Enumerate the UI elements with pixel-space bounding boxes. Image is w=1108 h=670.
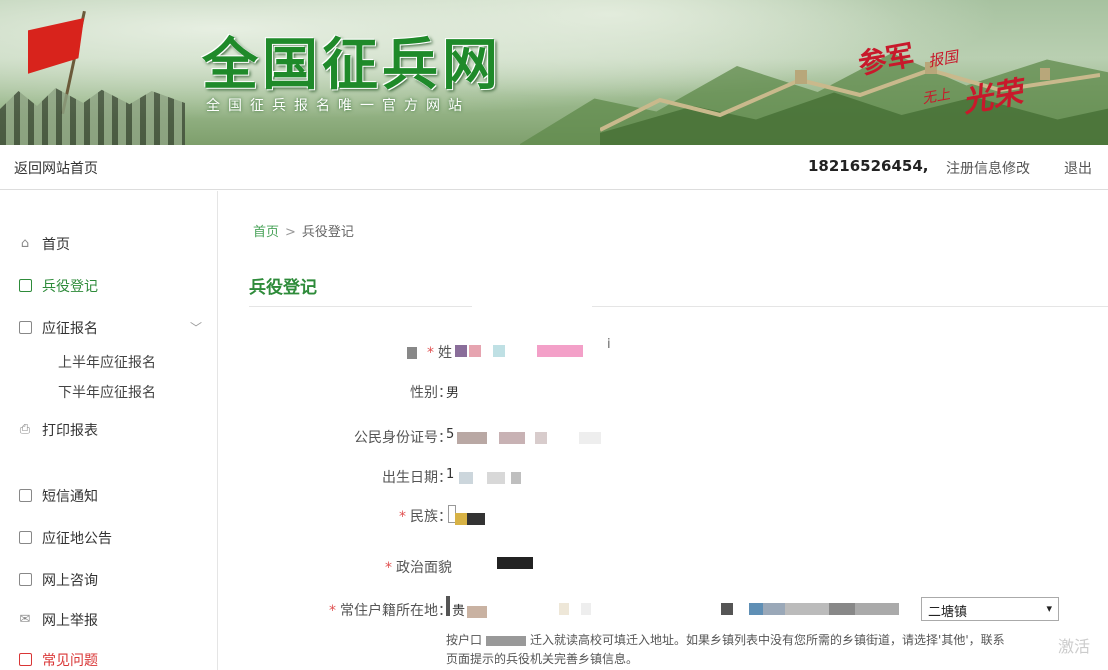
birth-date-label: 出生日期：	[382, 470, 452, 486]
breadcrumb-home[interactable]: 首页	[253, 225, 279, 240]
sidebar-subitem-first-half[interactable]: 上半年应征报名	[58, 352, 156, 372]
clipboard-icon	[18, 279, 32, 293]
back-to-home-link[interactable]: 返回网站首页	[14, 158, 98, 178]
redacted-block	[785, 603, 829, 615]
chevron-down-icon[interactable]: ﹀	[190, 319, 202, 336]
sidebar-item-label: 网上举报	[42, 613, 98, 629]
edit-registration-link[interactable]: 注册信息修改	[946, 158, 1030, 178]
sidebar-item-consult[interactable]: 网上咨询	[18, 570, 98, 590]
town-select-value: 二塘镇	[928, 605, 968, 620]
user-phone: 18216526454,	[808, 157, 929, 175]
sidebar-item-label: 应征报名	[42, 321, 98, 337]
site-banner: 全国征兵网 全国征兵报名唯一官方网站 参军 报国 无上 光荣	[0, 0, 1108, 145]
sidebar-item-announcement[interactable]: 应征地公告	[18, 528, 112, 548]
redacted-block	[497, 557, 533, 569]
redacted-block	[535, 432, 547, 444]
select-border	[446, 596, 450, 616]
redacted-block	[459, 472, 473, 484]
redacted-block	[486, 635, 527, 646]
sidebar-item-label: 网上咨询	[42, 573, 98, 589]
message-icon	[18, 489, 32, 503]
breadcrumb-separator: >	[285, 225, 296, 240]
redacted-block	[499, 432, 525, 444]
redacted-block	[457, 432, 487, 444]
redacted-block	[763, 603, 785, 615]
birth-date-value: 1	[446, 467, 455, 482]
gender-row: 性别： 男	[219, 379, 1108, 405]
political-status-row: * 政治面貌	[219, 554, 1108, 580]
chevron-down-icon: ▾	[1046, 602, 1052, 615]
sidebar-item-enlistment[interactable]: 应征报名	[18, 318, 98, 338]
printer-icon: ⎙	[19, 422, 31, 437]
town-select[interactable]: 二塘镇 ▾	[921, 597, 1059, 621]
redacted-block	[537, 345, 583, 357]
residence-hint: 按户口 迁入就读高校可填迁入地址。如果乡镇列表中没有您所需的乡镇街道，请选择'其他…	[446, 633, 1005, 666]
mail-icon: ✉	[19, 612, 31, 627]
residence-value[interactable]: 贵	[452, 600, 465, 619]
redacted-block	[579, 432, 601, 444]
message-icon	[18, 573, 32, 587]
redacted-block	[467, 606, 487, 618]
sidebar-item-label: 应征地公告	[42, 531, 112, 547]
redacted-block	[559, 603, 569, 615]
name-label: * 姓	[427, 345, 452, 361]
sidebar-item-label: 打印报表	[42, 423, 98, 439]
sidebar-item-sms[interactable]: 短信通知	[18, 486, 98, 506]
sidebar-item-home[interactable]: ⌂ 首页	[18, 234, 70, 254]
id-number-label: 公民身份证号：	[354, 430, 452, 446]
breadcrumb: 首页 > 兵役登记	[253, 221, 354, 240]
page-title: 兵役登记	[249, 278, 317, 298]
logout-link[interactable]: 退出	[1064, 158, 1092, 178]
id-number-row: 公民身份证号： 5	[219, 424, 1108, 450]
redaction-mask	[472, 291, 592, 321]
site-logo-subtitle: 全国征兵报名唯一官方网站	[206, 98, 470, 114]
residence-label: * 常住户籍所在地：	[329, 603, 452, 619]
birth-date-row: 出生日期： 1	[219, 464, 1108, 490]
redacted-block	[455, 513, 467, 525]
sidebar: ⌂ 首页 兵役登记 应征报名 ﹀ 上半年应征报名 下半年应征报名 ⎙ 打印报表 …	[0, 191, 218, 670]
top-bar: 返回网站首页 18216526454, 注册信息修改 退出	[0, 145, 1108, 190]
message-icon	[18, 531, 32, 545]
watermark: 激活	[1058, 637, 1091, 656]
sidebar-item-print[interactable]: ⎙ 打印报表	[18, 420, 98, 440]
title-divider	[249, 306, 1108, 307]
redacted-block	[455, 345, 467, 357]
redacted-block	[467, 513, 485, 525]
question-icon	[18, 653, 32, 667]
home-icon: ⌂	[20, 236, 30, 251]
redacted-block	[721, 603, 733, 615]
redacted-block	[407, 347, 417, 359]
site-logo-title: 全国征兵网	[202, 33, 502, 98]
name-value: i	[607, 337, 611, 352]
redacted-block	[493, 345, 505, 357]
sidebar-item-report[interactable]: ✉ 网上举报	[18, 610, 98, 630]
id-number-value: 5	[446, 427, 455, 442]
redacted-block	[749, 603, 763, 615]
name-row: * 姓 i	[219, 337, 1108, 365]
main-content: 首页 > 兵役登记 兵役登记 * 姓 i 性别： 男 公民身份证号： 5 出生日期： …	[219, 191, 1108, 670]
redacted-block	[511, 472, 521, 484]
sidebar-subitem-second-half[interactable]: 下半年应征报名	[58, 382, 156, 402]
redacted-block	[581, 603, 591, 615]
political-status-label: * 政治面貌	[385, 560, 452, 576]
sidebar-item-label: 首页	[42, 237, 70, 253]
redacted-block	[855, 603, 899, 615]
redacted-block	[487, 472, 505, 484]
redacted-block	[469, 345, 481, 357]
sidebar-item-faq[interactable]: 常见问题	[18, 650, 98, 670]
sidebar-item-military-registration[interactable]: 兵役登记	[18, 276, 98, 296]
breadcrumb-current: 兵役登记	[301, 225, 354, 240]
form-icon	[18, 321, 32, 335]
redacted-block	[829, 603, 855, 615]
sidebar-item-label: 兵役登记	[42, 279, 98, 295]
sidebar-item-label: 常见问题	[42, 653, 98, 669]
gender-value: 男	[446, 386, 460, 401]
great-wall-graphic	[600, 62, 1100, 132]
ethnic-row: * 民族：	[219, 503, 1108, 529]
ethnic-label: * 民族：	[399, 509, 452, 525]
sidebar-item-label: 短信通知	[42, 489, 98, 505]
